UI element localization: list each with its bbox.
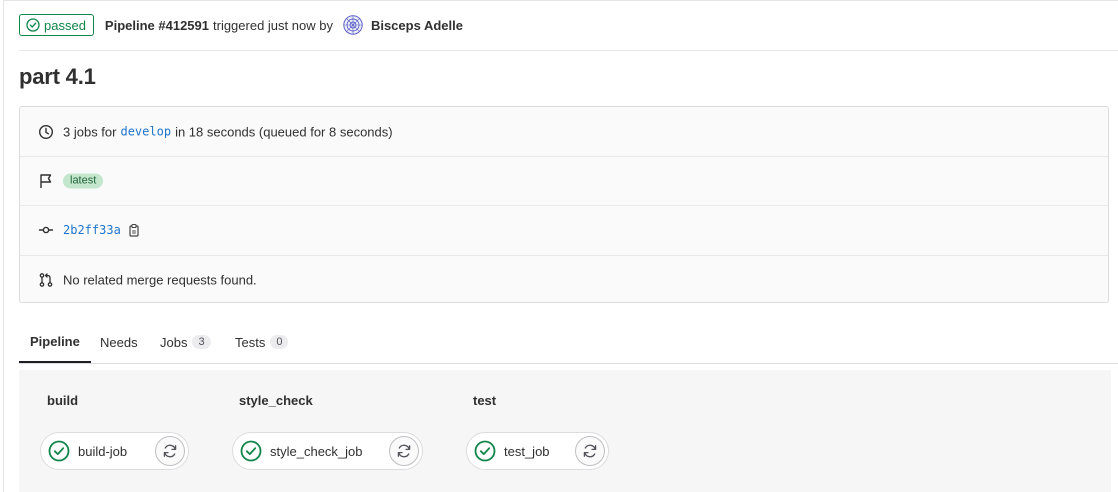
status-badge[interactable]: passed <box>19 14 94 36</box>
job-build[interactable]: build-job <box>40 432 189 470</box>
job-name: test_job <box>504 443 550 459</box>
merge-request-icon <box>39 272 53 287</box>
stage-title-test: test <box>473 393 497 408</box>
retry-icon <box>163 444 177 458</box>
jobs-summary: 3 jobs for <box>63 124 117 139</box>
retry-icon <box>397 444 411 458</box>
tab-label: Needs <box>100 334 138 350</box>
check-circle-icon <box>48 440 70 462</box>
duration-text: in 18 seconds (queued for 8 seconds) <box>175 124 393 139</box>
tab-pipeline[interactable]: Pipeline <box>19 322 91 363</box>
latest-badge: latest <box>63 173 104 188</box>
pipeline-tabs: Pipeline Needs Jobs 3 Tests 0 <box>19 322 1118 364</box>
tab-label: Jobs <box>160 334 188 350</box>
pipeline-id: Pipeline #412591 <box>104 17 209 33</box>
tab-needs[interactable]: Needs <box>100 322 138 362</box>
job-test[interactable]: test_job <box>466 432 609 470</box>
triggered-text: triggered just now by <box>213 17 333 33</box>
stage-title-style-check: style_check <box>239 393 313 408</box>
retry-button[interactable] <box>389 436 419 466</box>
check-circle-icon <box>240 440 262 462</box>
duration-row: 3 jobs for develop in 18 seconds (queued… <box>20 107 1108 157</box>
check-circle-icon <box>26 18 40 32</box>
stage-title-build: build <box>47 393 79 408</box>
retry-button[interactable] <box>155 436 185 466</box>
status-label: passed <box>44 17 86 33</box>
commit-row: 2b2ff33a <box>20 205 1108 256</box>
top-border <box>3 0 1118 1</box>
job-name: style_check_job <box>270 443 363 459</box>
retry-button[interactable] <box>575 436 605 466</box>
pipeline-info-card: 3 jobs for develop in 18 seconds (queued… <box>19 106 1109 303</box>
tab-label: Tests <box>235 334 266 350</box>
job-style-check[interactable]: style_check_job <box>232 432 423 470</box>
commit-sha-link[interactable]: 2b2ff33a <box>63 223 121 237</box>
author-name[interactable]: Bisceps Adelle <box>371 18 463 33</box>
tab-tests[interactable]: Tests 0 <box>235 322 289 362</box>
merge-requests-text: No related merge requests found. <box>63 272 257 287</box>
clock-icon <box>38 124 54 139</box>
copy-to-clipboard-icon[interactable] <box>127 223 141 237</box>
tests-count-badge: 0 <box>270 335 289 349</box>
header-divider <box>19 50 1118 51</box>
page-title: part 4.1 <box>19 64 96 89</box>
flag-icon <box>40 173 52 188</box>
branch-link[interactable]: develop <box>120 125 171 139</box>
tab-label: Pipeline <box>30 334 80 349</box>
avatar[interactable] <box>343 15 363 35</box>
left-border <box>3 0 4 492</box>
retry-icon <box>583 444 597 458</box>
tab-jobs[interactable]: Jobs 3 <box>160 322 211 362</box>
commit-icon <box>38 226 54 234</box>
pipeline-graph: build style_check test build-job style_c… <box>19 370 1111 492</box>
job-name: build-job <box>78 443 128 459</box>
check-circle-icon <box>474 440 496 462</box>
badges-row: latest <box>20 156 1108 206</box>
jobs-count-badge: 3 <box>192 335 211 349</box>
pipeline-header: passed Pipeline #412591 triggered just n… <box>19 13 463 37</box>
merge-requests-row: No related merge requests found. <box>20 255 1108 304</box>
